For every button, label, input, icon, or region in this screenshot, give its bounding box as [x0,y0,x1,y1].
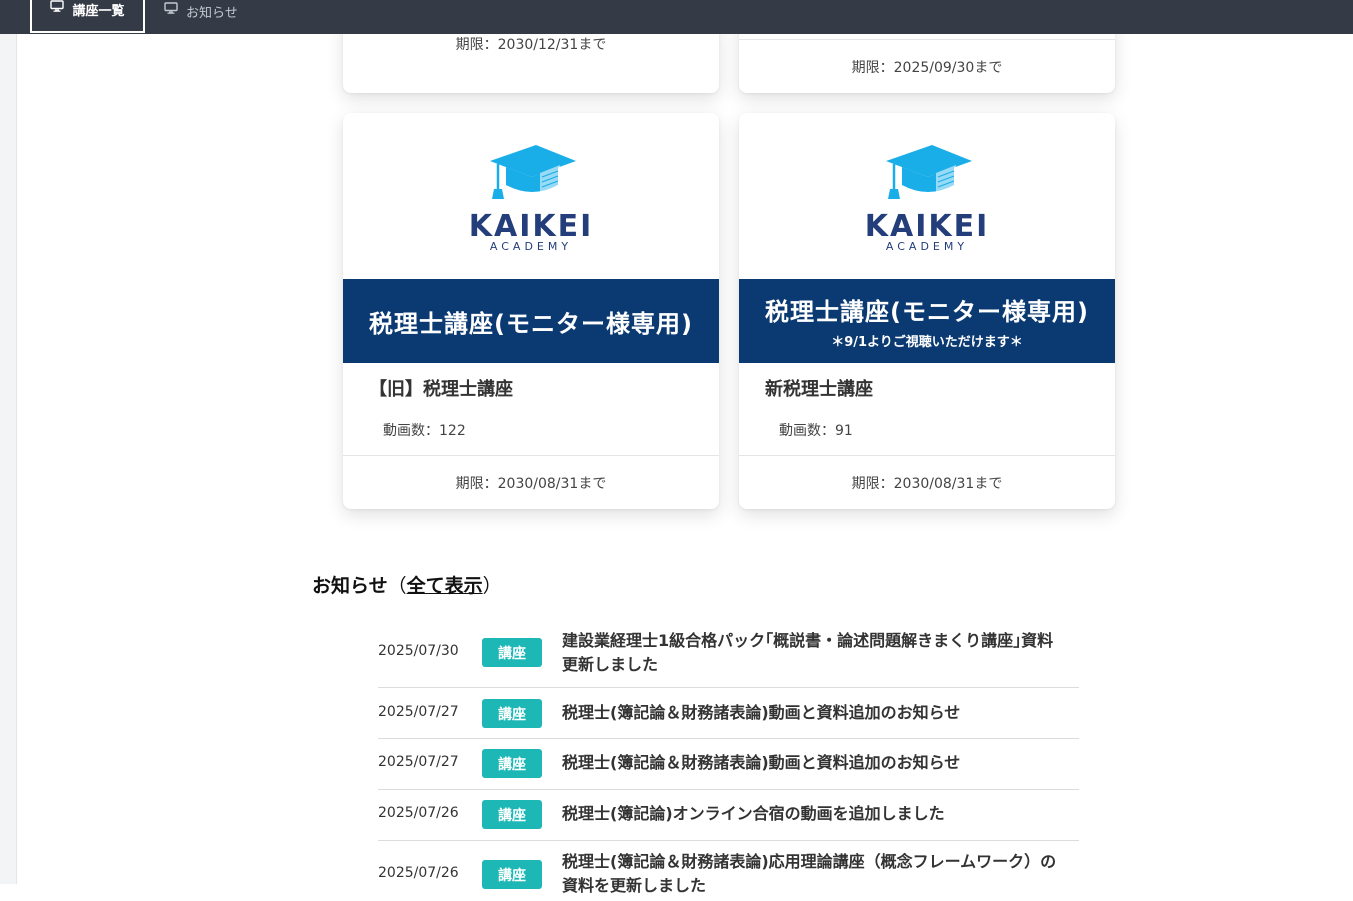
logo-name: KAIKEI [864,209,990,244]
news-date: 2025/07/27 [378,754,459,770]
graduation-cap-icon [886,145,972,199]
news-title[interactable]: 税理士(簿記論＆財務諸表論)動画と資料追加のお知らせ [562,751,1062,775]
paren-close: ） [482,575,502,597]
news-date: 2025/07/26 [378,865,459,881]
news-title[interactable]: 税理士(簿記論)オンライン合宿の動画を追加しました [562,802,1062,826]
logo-area: KAIKEI ACADEMY [343,113,719,279]
course-banner: 税理士講座(モニター様専用) ＊9/1よりご視聴いただけます＊ [739,279,1115,363]
card-deadline: 期限：2030/12/31まで [455,37,607,53]
course-card[interactable]: KAIKEI ACADEMY 税理士講座(モニター様専用) ＊9/1よりご視聴い… [739,113,1115,509]
news-badge: 講座 [482,749,542,778]
course-thumbnail: KAIKEI ACADEMY 税理士講座(モニター様専用) ＊9/1よりご視聴い… [739,113,1115,363]
course-card[interactable]: KAIKEI ACADEMY 税理士講座(モニター様専用) 【旧】税理士講座 動… [343,113,719,509]
news-title[interactable]: 建設業経理士1級合格パック｢概説書・論述問題解きまくり講座｣資料更新しました [562,629,1062,677]
top-nav: 講座一覧 お知らせ [0,0,1353,34]
news-heading-text: お知らせ [312,575,388,597]
view-all-link[interactable]: 全て表示 [407,575,483,597]
logo-area: KAIKEI ACADEMY [739,113,1115,279]
banner-main: 税理士講座(モニター様専用) [765,298,1089,326]
paren-open: （ [387,575,407,597]
logo-name: KAIKEI [468,209,594,244]
news-date: 2025/07/30 [378,643,459,659]
tab-course-list[interactable]: 講座一覧 [30,0,145,33]
left-gutter [0,34,17,884]
video-count: 動画数：122 [383,423,466,439]
news-badge: 講座 [482,638,542,667]
news-item[interactable]: 2025/07/27 講座 税理士(簿記論＆財務諸表論)動画と資料追加のお知らせ [378,739,1079,790]
news-date: 2025/07/27 [378,704,459,720]
banner-sub: ＊9/1よりご視聴いただけます＊ [831,335,1023,350]
course-title: 【旧】税理士講座 [369,379,513,400]
monitor-icon [50,0,65,12]
news-badge: 講座 [482,699,542,728]
logo-sub: ACADEMY [885,240,969,253]
news-heading: お知らせ（全て表示） [312,571,502,598]
card-deadline: 期限：2030/08/31まで [739,455,1115,509]
news-list: 2025/07/30 講座 建設業経理士1級合格パック｢概説書・論述問題解きまく… [378,626,1079,901]
tab-label: お知らせ [186,6,238,21]
video-count: 動画数：91 [779,423,853,439]
logo-sub: ACADEMY [489,240,573,253]
monitor-icon [164,2,178,14]
news-item[interactable]: 2025/07/26 講座 税理士(簿記論)オンライン合宿の動画を追加しました [378,790,1079,841]
news-item[interactable]: 2025/07/30 講座 建設業経理士1級合格パック｢概説書・論述問題解きまく… [378,626,1079,688]
tab-label: 講座一覧 [72,4,125,19]
news-item[interactable]: 2025/07/27 講座 税理士(簿記論＆財務諸表論)動画と資料追加のお知らせ [378,688,1079,739]
course-title: 新税理士講座 [765,379,873,400]
graduation-cap-icon [490,145,576,199]
course-banner: 税理士講座(モニター様専用) [343,279,719,363]
news-date: 2025/07/26 [378,805,459,821]
tab-news[interactable]: お知らせ [150,0,252,33]
card-deadline: 期限：2025/09/30まで [851,59,1003,76]
card-deadline: 期限：2030/08/31まで [343,455,719,509]
news-title[interactable]: 税理士(簿記論＆財務諸表論)応用理論講座（概念フレームワーク）の資料を更新しまし… [562,850,1062,898]
news-badge: 講座 [482,800,542,829]
course-thumbnail: KAIKEI ACADEMY 税理士講座(モニター様専用) [343,113,719,363]
banner-main: 税理士講座(モニター様専用) [369,309,693,338]
news-badge: 講座 [482,860,542,889]
news-item[interactable]: 2025/07/26 講座 税理士(簿記論＆財務諸表論)応用理論講座（概念フレー… [378,841,1079,901]
news-title[interactable]: 税理士(簿記論＆財務諸表論)動画と資料追加のお知らせ [562,701,1062,725]
